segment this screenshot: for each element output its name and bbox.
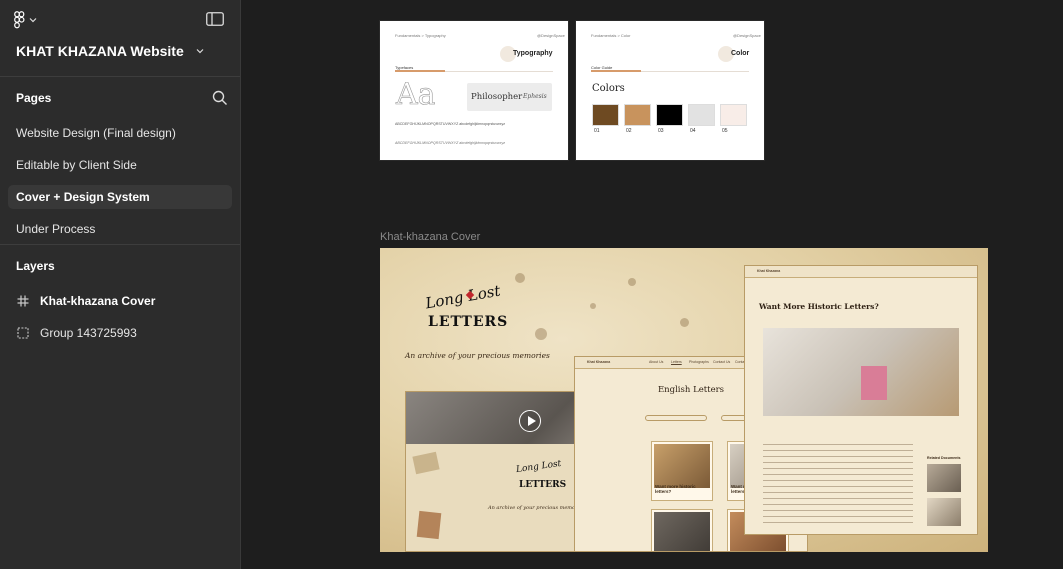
cover-frame[interactable]: Long Lost LETTERS An archive of your pre… [380,248,988,552]
layer-label: Khat-khazana Cover [40,294,156,308]
mockup-nav-item: Letters [671,360,682,364]
mockup-nav: Khat Khazana [745,266,977,278]
hero-photo [763,328,959,416]
frame-icon [16,295,29,308]
article-text-block [763,444,913,524]
ink-stain [590,303,596,309]
mockup-logo-line2: LETTERS [519,480,567,490]
stamp-image [861,366,887,400]
mockup-logo-line1: Long Lost [515,458,562,476]
divider [0,244,240,245]
swatch-label: 05 [722,128,728,134]
card-photo [654,444,710,488]
cover-logo-line2: LETTERS [428,314,509,330]
color-swatch[interactable] [592,104,619,126]
stamp-image [412,451,440,475]
figma-logo-icon [14,11,26,29]
card-caption: Want more historic letters? [655,484,696,494]
cover-logo-line1: Long Lost [424,281,502,313]
chevron-down-icon [29,17,37,23]
alphabet-script-sample: ABCDEFGHIJKLMNOPQRSTUVWXYZ abcdefghijklm… [395,141,506,145]
mockup-right: Khat Khazana Want More Historic Letters?… [744,265,978,535]
color-swatch[interactable] [688,104,715,126]
alphabet-sample: ABCDEFGHIJKLMNOPQRSTUVWXYZ abcdefghijklm… [395,122,506,126]
font-card: Philosopher Ephesis [467,83,552,111]
frame-title: Color [731,50,750,57]
stamp-image [416,510,442,540]
mockup-nav-item: Photographs [689,360,709,364]
mockup-nav-item: About Us [649,360,664,364]
swatch-label: 04 [690,128,696,134]
layer-item-group[interactable]: Group 143725993 [16,323,137,343]
frame-title: Typography [513,50,553,57]
colors-heading: Colors [592,83,625,94]
mockup-brand: Khat Khazana [757,269,781,273]
mockup-brand: Khat Khazana [587,360,611,364]
page-item-label: Website Design (Final design) [16,126,176,140]
frame-breadcrumb: Fundamentals > Color [591,33,631,38]
frame-tag: @DesignSpace [733,33,761,38]
page-item-label: Cover + Design System [16,190,150,204]
page-item-editable-client[interactable]: Editable by Client Side [8,153,232,177]
ink-stain [680,318,689,327]
typography-frame[interactable]: Fundamentals > Typography @DesignSpace T… [380,21,568,160]
search-icon[interactable] [212,90,228,106]
mockup-card [651,509,713,551]
chevron-down-icon [196,46,204,56]
sidebar-topbar [0,0,240,40]
mockup-tagline: An archive of your precious memories [488,505,585,511]
cover-frame-label[interactable]: Khat-khazana Cover [380,231,480,243]
section-accent [591,70,641,72]
layer-item-cover-frame[interactable]: Khat-khazana Cover [16,291,155,311]
color-swatch[interactable] [624,104,651,126]
frame-breadcrumb: Fundamentals > Typography [395,33,446,38]
section-accent [395,70,445,72]
layers-heading: Layers [16,259,55,273]
page-item-label: Editable by Client Side [16,158,137,172]
swatch-label: 03 [658,128,664,134]
page-item-website-design[interactable]: Website Design (Final design) [8,121,232,145]
card-photo [654,512,710,551]
mockup-nav-item: Contact Us [713,360,731,364]
page-item-cover-design-system[interactable]: Cover + Design System [8,185,232,209]
sidebar-toggle-icon[interactable] [206,12,224,28]
swatch-label: 02 [626,128,632,134]
pages-heading: Pages [16,91,52,105]
divider [0,76,240,77]
swatch-label: 01 [594,128,600,134]
ink-stain [535,328,547,340]
color-swatch[interactable] [656,104,683,126]
script-name: Ephesis [523,93,547,100]
file-name-dropdown[interactable]: KHAT KHAZANA Website [16,43,204,59]
canvas[interactable]: Fundamentals > Typography @DesignSpace T… [241,0,1063,569]
cover-tagline: An archive of your precious memories [405,351,550,360]
layer-label: Group 143725993 [40,326,137,340]
page-item-under-process[interactable]: Under Process [8,217,232,241]
related-title: Related Documents [927,456,961,460]
ink-stain [515,273,525,283]
left-sidebar: KHAT KHAZANA Website Pages Website Desig… [0,0,241,569]
right-mockup-heading: Want More Historic Letters? [759,302,879,311]
group-icon [16,327,29,340]
font-name: Philosopher [471,92,523,102]
ink-stain [628,278,636,286]
color-frame[interactable]: Fundamentals > Color @DesignSpace Color … [576,21,764,160]
color-swatch[interactable] [720,104,747,126]
page-item-label: Under Process [16,222,96,236]
play-icon[interactable] [519,410,541,432]
file-name-label: KHAT KHAZANA Website [16,43,184,59]
frame-tag: @DesignSpace [537,33,565,38]
mockup-filter [645,415,707,421]
glyph-sample: Aa [396,77,436,113]
mockup-card: Want more historic letters? [651,441,713,501]
related-thumb [927,498,961,526]
main-menu-button[interactable] [14,10,48,30]
related-thumb [927,464,961,492]
